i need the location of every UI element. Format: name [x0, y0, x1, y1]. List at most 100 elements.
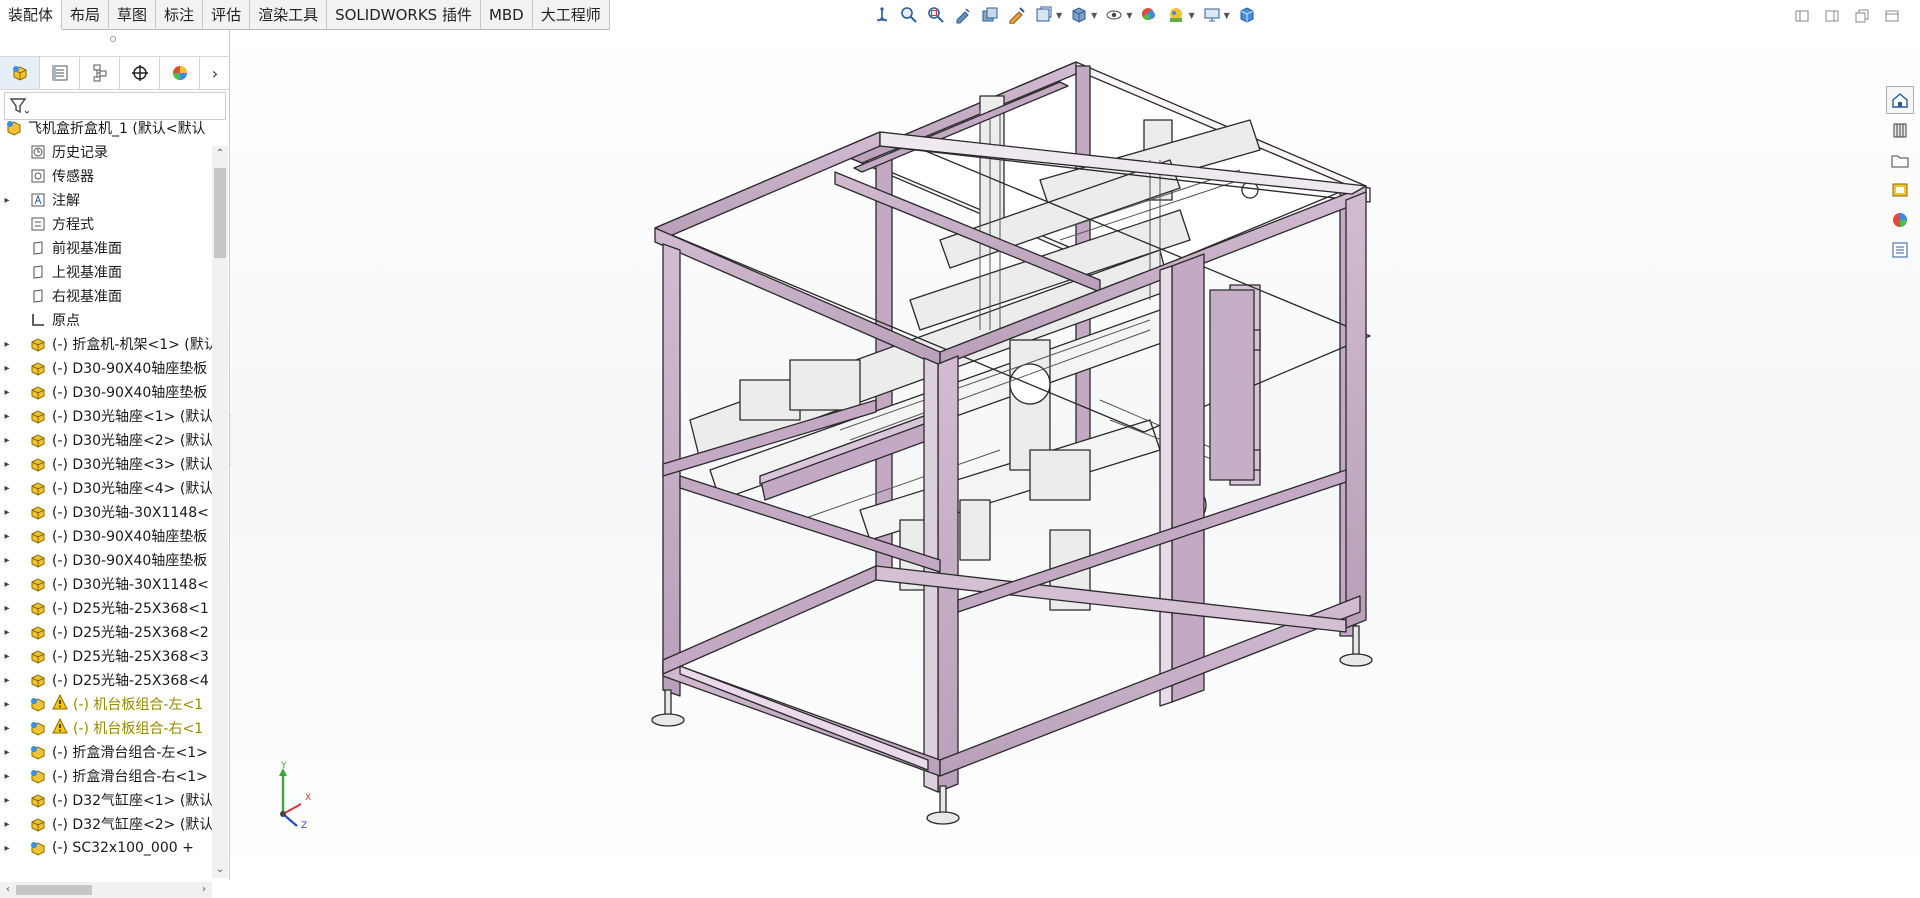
display-style-icon[interactable]: [1067, 3, 1091, 27]
tree-component-item[interactable]: ▸ (-) 折盒滑台组合-左<1>: [0, 740, 212, 764]
filter-icon[interactable]: [9, 97, 29, 115]
dimxpert-tab[interactable]: [120, 57, 160, 89]
view-settings-monitor-icon[interactable]: [1200, 3, 1224, 27]
view-palette-icon[interactable]: [1886, 176, 1914, 204]
tab-markup[interactable]: 标注: [156, 0, 204, 30]
tree-component-item[interactable]: ▸ (-) D32气缸座<1> (默认: [0, 788, 212, 812]
scroll-right-icon[interactable]: ›: [196, 882, 212, 898]
expand-arrow-icon[interactable]: ▸: [0, 435, 14, 446]
tree-component-item[interactable]: ▸ (-) 折盒机-机架<1> (默认: [0, 332, 212, 356]
zoom-to-area-icon[interactable]: [924, 3, 948, 27]
appearances-scenes-icon[interactable]: [1886, 206, 1914, 234]
hide-show-items-icon[interactable]: [1102, 3, 1126, 27]
expand-arrow-icon[interactable]: ▸: [0, 675, 14, 686]
3d-view-icon[interactable]: [1235, 3, 1259, 27]
design-library-icon[interactable]: [1886, 116, 1914, 144]
solidworks-resources-icon[interactable]: [1886, 86, 1914, 114]
expand-arrow-icon[interactable]: ▸: [0, 627, 14, 638]
edit-appearance-icon[interactable]: [1137, 3, 1161, 27]
tree-folder-item[interactable]: 原点: [0, 308, 212, 332]
chevron-down-icon[interactable]: ▼: [1056, 11, 1062, 20]
expand-arrow-icon[interactable]: ▸: [0, 555, 14, 566]
featuremanager-tab[interactable]: [0, 57, 40, 89]
tab-render-tools[interactable]: 渲染工具: [250, 0, 328, 30]
tab-layout[interactable]: 布局: [62, 0, 110, 30]
chevron-down-icon[interactable]: ▼: [1224, 11, 1230, 20]
tab-sketch[interactable]: 草图: [109, 0, 157, 30]
tree-component-item[interactable]: ▸ (-) D25光轴-25X368<2: [0, 620, 212, 644]
section-view-icon[interactable]: [978, 3, 1002, 27]
tree-folder-item[interactable]: 右视基准面: [0, 284, 212, 308]
tab-mbd[interactable]: MBD: [480, 0, 533, 30]
expand-arrow-icon[interactable]: ▸: [0, 699, 14, 710]
propertymanager-tab[interactable]: [40, 57, 80, 89]
tree-component-item[interactable]: ▸ (-) D25光轴-25X368<4: [0, 668, 212, 692]
close-icon[interactable]: [1882, 6, 1902, 26]
tree-component-item[interactable]: ▸ (-) 折盒滑台组合-右<1>: [0, 764, 212, 788]
expand-arrow-icon[interactable]: ▸: [0, 531, 14, 542]
tree-folder-item[interactable]: ▸ 注解: [0, 188, 212, 212]
tree-folder-item[interactable]: 历史记录: [0, 140, 212, 164]
expand-arrow-icon[interactable]: ▸: [0, 603, 14, 614]
chevron-down-icon[interactable]: ▼: [1091, 11, 1097, 20]
tree-component-item[interactable]: ▸ (-) 机台板组合-左<1: [0, 692, 212, 716]
apply-scene-icon[interactable]: [1164, 3, 1188, 27]
expand-arrow-icon[interactable]: ▸: [0, 723, 14, 734]
tree-component-item[interactable]: ▸ (-) SC32x100_000 +: [0, 836, 212, 860]
displaymanager-tab[interactable]: [160, 57, 200, 89]
graphics-area[interactable]: Y X Z: [231, 30, 1920, 880]
tree-component-item[interactable]: ▸ (-) D30-90X40轴座垫板: [0, 380, 212, 404]
tab-evaluate[interactable]: 评估: [203, 0, 251, 30]
tree-root-assembly[interactable]: 飞机盒折盒机_1 (默认<默认: [0, 116, 212, 140]
dynamic-annotation-icon[interactable]: [1005, 3, 1029, 27]
scrollbar-thumb[interactable]: [214, 168, 226, 258]
tree-component-item[interactable]: ▸ (-) D30光轴-30X1148<: [0, 572, 212, 596]
tab-da-gong-cheng-shi[interactable]: 大工程师: [532, 0, 610, 30]
tree-component-item[interactable]: ▸ (-) D25光轴-25X368<1: [0, 596, 212, 620]
tree-folder-item[interactable]: 前视基准面: [0, 236, 212, 260]
tree-folder-item[interactable]: 上视基准面: [0, 260, 212, 284]
expand-arrow-icon[interactable]: ▸: [0, 819, 14, 830]
tree-component-item[interactable]: ▸ (-) D30光轴座<4> (默认: [0, 476, 212, 500]
next-doc-icon[interactable]: [1822, 6, 1842, 26]
expand-arrow-icon[interactable]: ▸: [0, 795, 14, 806]
tree-component-item[interactable]: ▸ (-) D30光轴座<3> (默认: [0, 452, 212, 476]
tree-component-item[interactable]: ▸ (-) D25光轴-25X368<3: [0, 644, 212, 668]
zoom-to-fit-icon[interactable]: [897, 3, 921, 27]
previous-view-icon[interactable]: [951, 3, 975, 27]
tree-component-item[interactable]: ▸ (-) D32气缸座<2> (默认: [0, 812, 212, 836]
expand-arrow-icon[interactable]: ▸: [0, 387, 14, 398]
expand-arrow-icon[interactable]: ▸: [0, 339, 14, 350]
scroll-up-icon[interactable]: ⌃: [212, 146, 228, 162]
tree-horizontal-scrollbar[interactable]: ‹ ›: [0, 882, 212, 898]
file-explorer-icon[interactable]: [1886, 146, 1914, 174]
tree-component-item[interactable]: ▸ (-) D30-90X40轴座垫板: [0, 548, 212, 572]
tree-component-item[interactable]: ▸ (-) 机台板组合-右<1: [0, 716, 212, 740]
tree-component-item[interactable]: ▸ (-) D30光轴座<1> (默认: [0, 404, 212, 428]
expand-arrow-icon[interactable]: ▸: [0, 747, 14, 758]
view-settings-icon[interactable]: [1032, 3, 1056, 27]
tree-vertical-scrollbar[interactable]: ⌃ ⌄: [212, 146, 228, 878]
chevron-down-icon[interactable]: ▼: [1126, 11, 1132, 20]
tree-folder-item[interactable]: 方程式: [0, 212, 212, 236]
expand-arrow-icon[interactable]: ▸: [0, 579, 14, 590]
tree-component-item[interactable]: ▸ (-) D30-90X40轴座垫板: [0, 524, 212, 548]
tree-folder-item[interactable]: 传感器: [0, 164, 212, 188]
custom-properties-icon[interactable]: [1886, 236, 1914, 264]
view-orientation-icon[interactable]: [870, 3, 894, 27]
expand-arrow-icon[interactable]: ▸: [0, 411, 14, 422]
panel-grip-icon[interactable]: [110, 36, 116, 42]
expand-arrow-icon[interactable]: ▸: [0, 507, 14, 518]
chevron-down-icon[interactable]: ▼: [1188, 11, 1194, 20]
tab-solidworks-addins[interactable]: SOLIDWORKS 插件: [327, 0, 481, 30]
scroll-left-icon[interactable]: ‹: [0, 882, 16, 898]
chevron-right-icon[interactable]: ›: [200, 64, 230, 83]
expand-arrow-icon[interactable]: ▸: [0, 459, 14, 470]
machine-model[interactable]: [231, 30, 1920, 880]
tree-component-item[interactable]: ▸ (-) D30光轴座<2> (默认: [0, 428, 212, 452]
tree-component-item[interactable]: ▸ (-) D30-90X40轴座垫板: [0, 356, 212, 380]
expand-arrow-icon[interactable]: ▸: [0, 771, 14, 782]
expand-arrow-icon[interactable]: ▸: [0, 483, 14, 494]
expand-arrow-icon[interactable]: ▸: [0, 843, 14, 854]
scroll-down-icon[interactable]: ⌄: [212, 862, 228, 878]
